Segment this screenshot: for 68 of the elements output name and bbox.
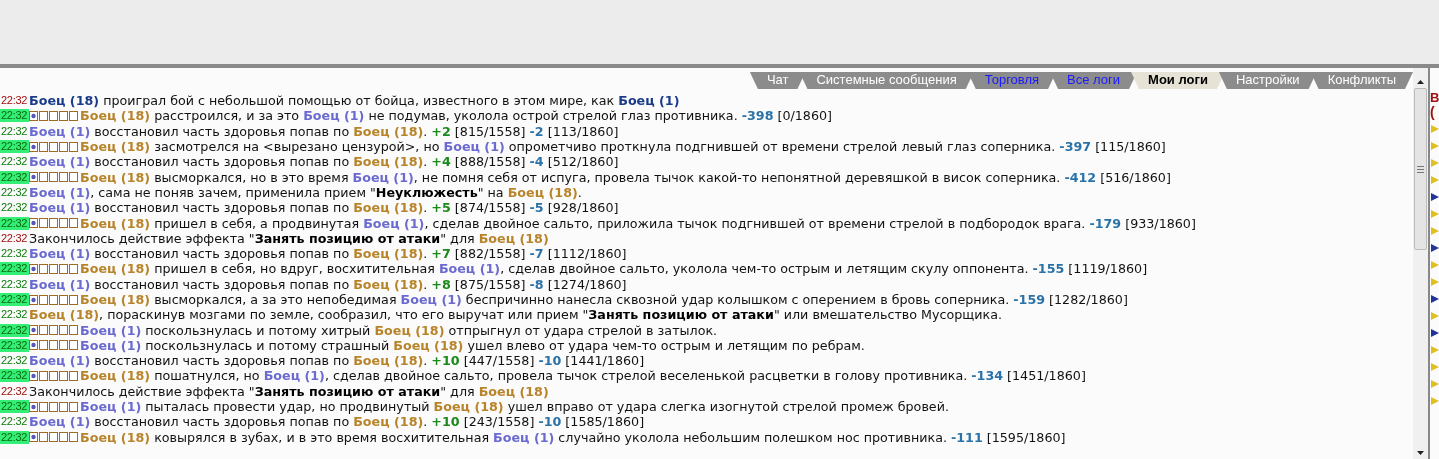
timestamp: 22:32 [0, 216, 30, 230]
log-message: Боец (1) восстановил часть здоровья попав по Боец (18). +7 [882/1558] -7 [1112/1860] [29, 246, 627, 262]
timestamp: 22:32 [0, 323, 30, 337]
arrow-icon[interactable] [1431, 295, 1439, 303]
timestamp: 22:32 [0, 384, 29, 398]
log-message: Боец (1) восстановил часть здоровья попав по Боец (18). +2 [815/1558] -2 [113/1860] [29, 123, 619, 139]
hit-squares-icon [29, 218, 79, 228]
timestamp: 22:32 [0, 94, 29, 108]
scroll-down-icon[interactable] [1417, 451, 1424, 455]
log-message: Боец (18) проиграл бой с небольшой помощью от бойца, известного в этом мире, как Боец (1) [29, 93, 680, 109]
timestamp: 22:32 [0, 430, 30, 444]
log-message: Боец (18) высморкался, а за это непобедимая Боец (1) беспричинно нанесла сквозной удар колышком с оперением в бровь соперника. -159 [1282/1860] [80, 292, 1128, 307]
hit-squares-icon [29, 294, 79, 305]
log-message: Закончилось действие эффекта "Занять позицию от атаки" для Боец (18) [29, 383, 549, 399]
log-message: Закончилось действие эффекта "Занять позицию от атаки" для Боец (18) [29, 230, 549, 246]
scrollbar[interactable] [1413, 68, 1428, 459]
log-message: Боец (18) расстроился, и за это Боец (1) не подумав, уколола острой стрелой глаз противника. -398 [0/1860] [80, 108, 833, 124]
log-message: Боец (18) засмотрелся на <вырезано цензурой>, но Боец (1) опрометчиво проткнула подгнившей от времени стрелой левый глаз соперника. -397 [115/1860] [80, 139, 1166, 155]
hit-squares-icon [29, 172, 79, 183]
arrow-icon[interactable] [1431, 193, 1439, 201]
log-message: Боец (18) высморкался, но в это время Боец (1), не помня себя от испуга, провела тычок какой-то непонятной деревяшкой в висок соперника. -412 [516/1860] [80, 169, 1171, 185]
log-message: Боец (1) восстановил часть здоровья попав по Боец (18). +10 [243/1558] -10 [1585/1860] [29, 414, 645, 430]
timestamp: 22:32 [0, 415, 29, 429]
log-message: Боец (1) восстановил часть здоровья попав по Боец (18). +8 [875/1558] -8 [1274/1860] [29, 276, 627, 292]
log-message: Боец (1) восстановил часть здоровья попав по Боец (18). +10 [447/1558] -10 [1441/1860] [29, 353, 645, 369]
side-subheading: ( [1430, 105, 1436, 119]
log-message: Боец (18) пришел в себя, но вдруг, восхитительная Боец (1), сделав двойное сальто, уколола чем-то острым и летящим скулу оппонента. -155 [1119/1860] [80, 261, 1148, 277]
timestamp: 22:32 [0, 277, 29, 291]
tab[interactable]: Конфликты [1310, 72, 1413, 89]
timestamp: 22:32 [0, 140, 30, 154]
timestamp: 22:32 [0, 185, 29, 199]
timestamp: 22:32 [0, 124, 29, 138]
hit-squares-icon [29, 432, 79, 443]
timestamp: 22:32 [0, 170, 30, 184]
timestamp: 22:32 [0, 109, 30, 123]
timestamp: 22:32 [0, 354, 29, 368]
timestamp: 22:32 [0, 247, 29, 261]
log-message: Боец (18) ковырялся в зубах, и в это время восхитительная Боец (1) случайно уколола небольшим полешком нос противника. -111 [1595/1860] [80, 429, 1066, 445]
hit-squares-icon [29, 263, 79, 274]
log-message: Боец (18) пошатнулся, но Боец (1), сделав двойное сальто, провела тычок стрелой веселенькой расцветки в голову противника. -134 [1451/1860] [80, 368, 1086, 384]
log-message: Боец (1) пыталась провести удар, но продвинутый Боец (18) ушел вправо от удара слегка изогнутой стрелой промеж бровей. [80, 399, 949, 415]
log-message: Боец (1) поскользнулась и потому хитрый Боец (18) отпрыгнул от удара стрелой в затылок. [80, 322, 718, 338]
scroll-up-icon[interactable] [1417, 80, 1424, 84]
timestamp: 22:32 [0, 201, 29, 215]
hit-squares-icon [29, 141, 79, 152]
scrollbar-thumb[interactable] [1414, 88, 1427, 250]
arrow-icon[interactable] [1431, 244, 1439, 252]
log-message: Боец (18) пришел в себя, а продвинутая Боец (1), сделав двойное сальто, приложила тычок подгнившей от времени стрелой в подбородок врага. -179 [933/1860] [80, 215, 1196, 231]
side-heading: В [1430, 90, 1439, 105]
arrow-icon[interactable] [1431, 329, 1439, 337]
log-message: Боец (1), сама не поняв зачем, применила прием "Неуклюжесть" на Боец (18). [29, 184, 582, 200]
timestamp: 22:32 [0, 155, 29, 169]
hit-squares-icon [29, 110, 79, 121]
log-message: Боец (1) восстановил часть здоровья попав по Боец (18). +4 [888/1558] -4 [512/1860] [29, 154, 619, 170]
timestamp: 22:32 [0, 369, 30, 383]
log-message: Боец (1) поскользнулась и потому страшный Боец (18) ушел влево от удара чем-то острым и летящим по ребрам. [80, 337, 865, 353]
log-message: Боец (18), пораскинув мозгами по земле, сообразил, что его выручат или прием "Занять позицию от атаки" или вмешательство Мусорщика. [29, 307, 1002, 323]
hit-squares-icon [29, 371, 79, 381]
log-message: Боец (1) восстановил часть здоровья попав по Боец (18). +5 [874/1558] -5 [928/1860] [29, 200, 619, 216]
hit-squares-icon [29, 340, 79, 351]
timestamp: 22:32 [0, 338, 30, 352]
timestamp: 22:32 [0, 262, 30, 276]
timestamp: 22:32 [0, 308, 29, 322]
timestamp: 22:32 [0, 231, 29, 245]
timestamp: 22:32 [0, 293, 30, 306]
hit-squares-icon [29, 401, 79, 412]
hit-squares-icon [29, 325, 79, 336]
timestamp: 22:32 [0, 400, 30, 414]
